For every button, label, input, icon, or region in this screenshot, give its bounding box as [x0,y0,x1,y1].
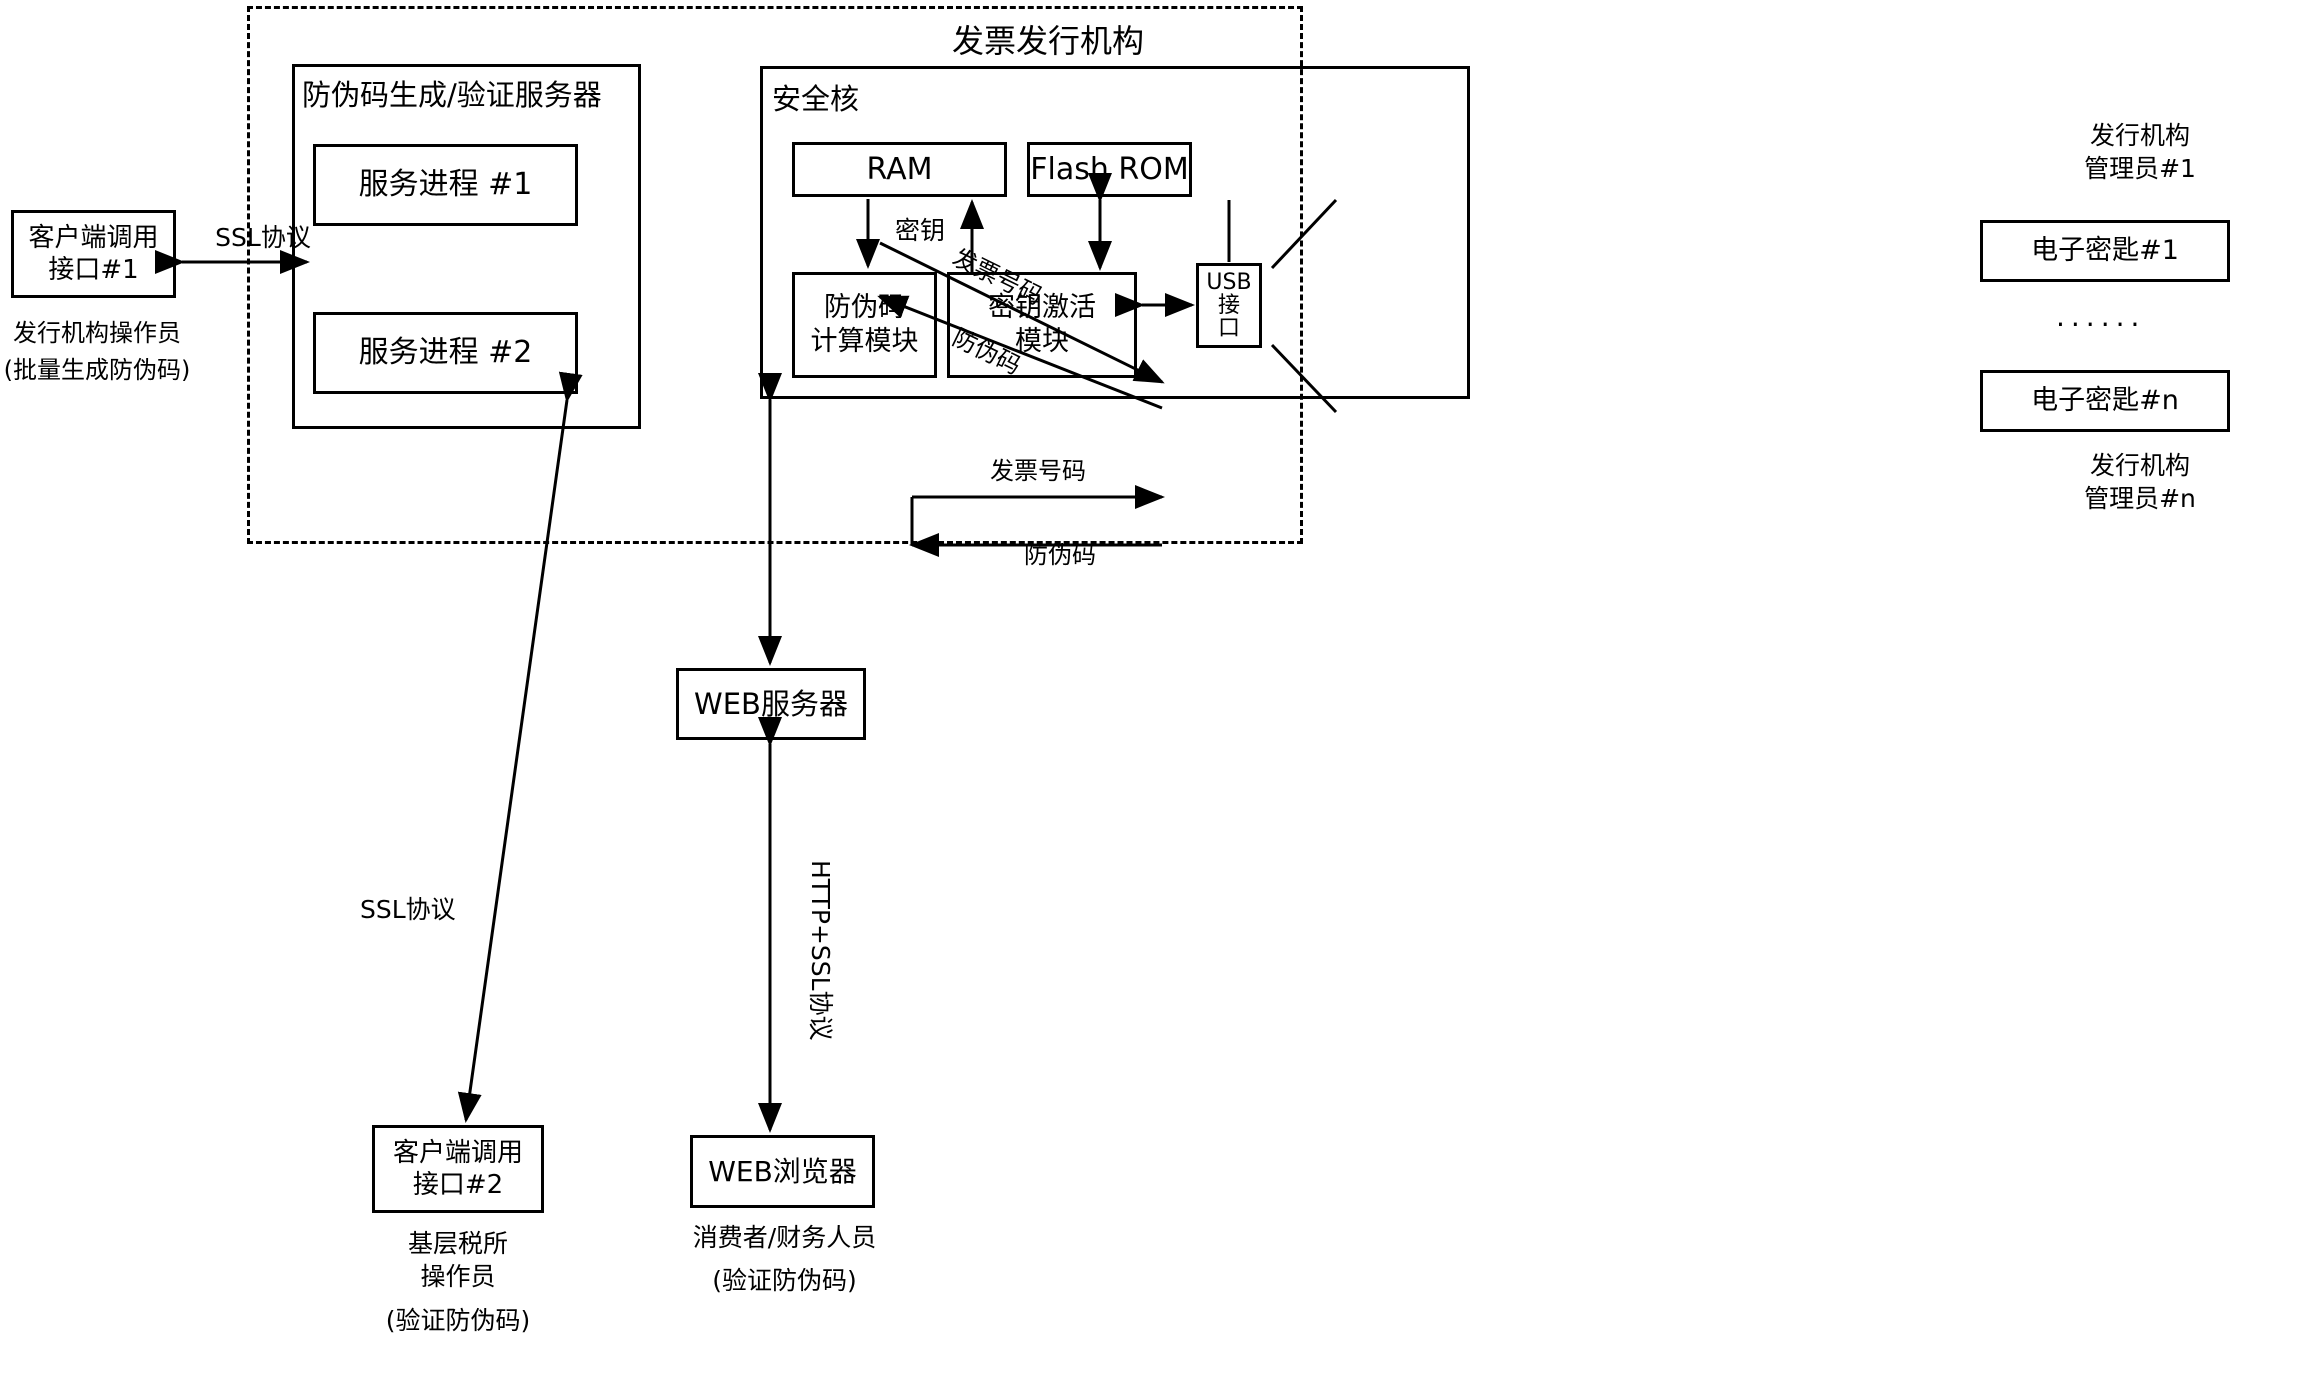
client-interface-1-box[interactable]: 客户端调用 接口#1 [11,210,176,298]
consumer-subcaption: (验证防伪码) [712,1266,857,1295]
flash-rom-box[interactable]: Flash ROM [1027,142,1192,197]
service-process-2-box[interactable]: 服务进程 #2 [313,312,578,394]
left-operator-caption: 发行机构操作员 [13,319,181,347]
http-ssl-label: HTTP+SSL协议 [806,860,835,1041]
web-browser-box[interactable]: WEB浏览器 [690,1135,875,1208]
key-label: 密钥 [894,216,945,245]
code-server-group-title: 防伪码生成/验证服务器 [302,78,602,112]
outer-title: 发票发行机构 [952,22,1145,60]
code-label: 防伪码 [1024,541,1096,569]
code-calc-module-box[interactable]: 防伪码 计算模块 [792,272,937,378]
admin-1-caption: 发行机构 管理员#1 [2084,121,2196,183]
service-process-1-box[interactable]: 服务进程 #1 [313,144,578,226]
left-operator-subcaption: (批量生成防伪码) [3,356,191,384]
ekey-ellipsis: ...... [2056,300,2146,333]
consumer-caption: 消费者/财务人员 [692,1223,877,1252]
ekey-1-box[interactable]: 电子密匙#1 [1980,220,2230,282]
ssl-top-label: SSL协议 [215,223,311,252]
admin-n-caption: 发行机构 管理员#n [2084,451,2196,513]
ekey-n-box[interactable]: 电子密匙#n [1980,370,2230,432]
ram-box[interactable]: RAM [792,142,1007,197]
diagram-canvas: 发票发行机构 防伪码生成/验证服务器 服务进程 #1 服务进程 #2 安全核 R… [0,0,2297,1384]
invoice-number-label: 发票号码 [990,457,1086,485]
tax-operator-caption: 基层税所 操作员 [407,1229,508,1291]
secure-core-title: 安全核 [772,82,860,116]
web-server-box[interactable]: WEB服务器 [676,668,866,740]
usb-interface-box[interactable]: USB 接 口 [1196,263,1262,348]
client-interface-2-box[interactable]: 客户端调用 接口#2 [372,1125,544,1213]
tax-operator-subcaption: (验证防伪码) [385,1306,531,1335]
ssl-bottom-label: SSL协议 [360,895,456,924]
